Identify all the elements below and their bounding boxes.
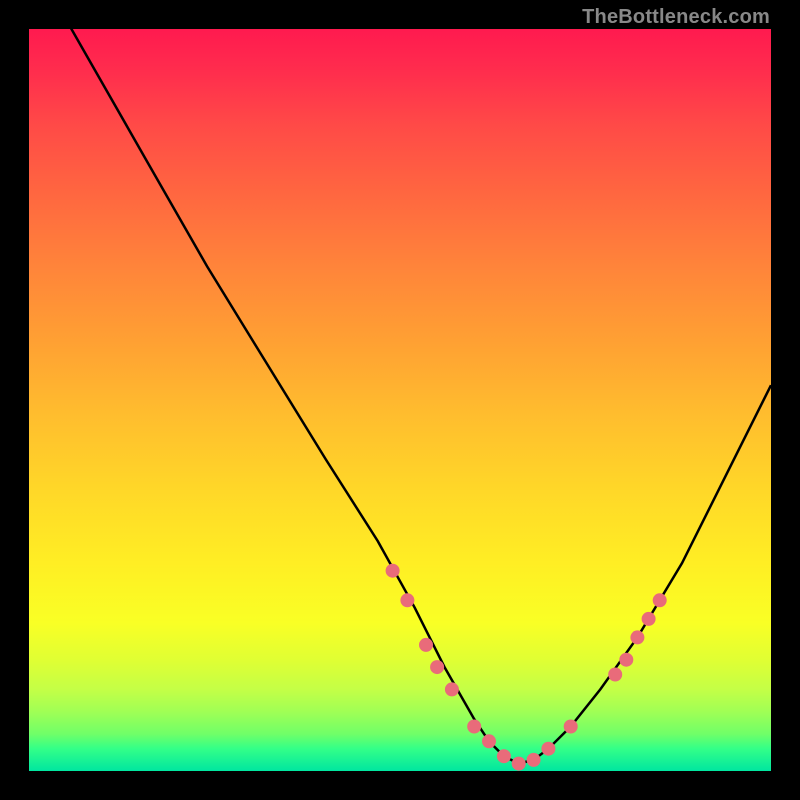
curve-marker bbox=[512, 757, 526, 771]
curve-marker bbox=[445, 682, 459, 696]
plot-area bbox=[29, 29, 771, 771]
curve-marker bbox=[653, 593, 667, 607]
curve-marker bbox=[386, 564, 400, 578]
curve-marker bbox=[608, 668, 622, 682]
curve-marker bbox=[619, 653, 633, 667]
curve-marker bbox=[419, 638, 433, 652]
attribution-text: TheBottleneck.com bbox=[582, 6, 770, 29]
curve-marker bbox=[497, 749, 511, 763]
curve-marker bbox=[430, 660, 444, 674]
curve-marker bbox=[630, 630, 644, 644]
curve-marker bbox=[482, 734, 496, 748]
bottleneck-curve bbox=[29, 29, 771, 764]
chart-stage: TheBottleneck.com bbox=[0, 0, 800, 800]
curve-marker bbox=[467, 720, 481, 734]
curve-layer bbox=[29, 29, 771, 771]
curve-marker bbox=[527, 753, 541, 767]
curve-markers bbox=[386, 564, 667, 771]
curve-marker bbox=[642, 612, 656, 626]
curve-marker bbox=[400, 593, 414, 607]
curve-marker bbox=[541, 742, 555, 756]
curve-marker bbox=[564, 720, 578, 734]
